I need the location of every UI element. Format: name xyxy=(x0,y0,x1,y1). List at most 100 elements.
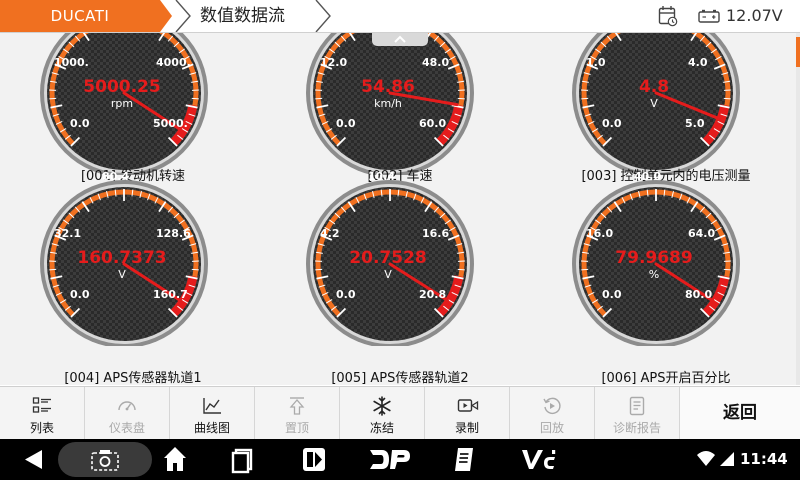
bottom-toolbar: 列表 仪表盘 曲线图 置顶 冻结 录制 回放 诊断报告 返回 xyxy=(0,386,800,439)
brand-tab[interactable]: DUCATI xyxy=(0,0,172,32)
gauge-tick-label: 60.0 xyxy=(419,117,447,130)
vci-icon[interactable] xyxy=(520,439,556,480)
freeze-button-label: 冻结 xyxy=(369,421,394,435)
gauge[interactable]: 0.0 16.0 64.0 80.0 40.0 79.9689% xyxy=(566,170,746,346)
replay-button: 回放 xyxy=(510,387,595,439)
gauge-tick-label: 20.8 xyxy=(419,288,447,301)
back-button[interactable]: 返回 xyxy=(680,387,800,439)
signal-icon xyxy=(720,452,734,466)
record-button-label: 录制 xyxy=(454,421,479,435)
gauge[interactable]: 0.0 4.2 16.6 20.8 10.4 20.7528 V xyxy=(300,170,480,346)
dashboard-icon xyxy=(118,401,136,411)
list-button-label: 列表 xyxy=(29,421,54,435)
gauge-tick-label: 4.0 xyxy=(688,56,708,69)
dashboard-button: 仪表盘 xyxy=(85,387,170,439)
gauge-tick-label: 5.0 xyxy=(685,117,705,130)
pin-top-icon xyxy=(289,397,305,415)
gauge-tick-label: 1000. xyxy=(54,56,89,69)
gauge[interactable]: 0.0 32.1 128.6 160.7 80.4 160.7373 V xyxy=(34,170,214,346)
record-icon xyxy=(457,399,479,412)
gauge-tick-label: 12.0 xyxy=(320,56,348,69)
gauge-unit: V xyxy=(650,97,658,110)
gauge[interactable]: 0.0 12.0 48.0 60.0 54.86 km/h xyxy=(300,33,480,175)
dp-logo-icon[interactable] xyxy=(368,439,412,480)
snowflake-icon xyxy=(373,396,391,416)
gauge-grid[interactable]: 0.01000.4000.5000.2000.5000.25rpm[001] 发… xyxy=(0,33,796,385)
replay-button-label: 回放 xyxy=(539,421,564,435)
gauge-tick-label: 0.0 xyxy=(336,117,356,130)
dashboard-button-label: 仪表盘 xyxy=(108,421,145,435)
report-button-label: 诊断报告 xyxy=(612,421,661,435)
gauge-value: 160.7373 xyxy=(77,248,167,268)
recents-icon[interactable] xyxy=(230,439,256,480)
back-button-label: 返回 xyxy=(723,403,757,423)
system-nav-bar: 11:44 xyxy=(0,439,800,480)
screenshot-button[interactable] xyxy=(58,442,152,477)
scrollbar[interactable] xyxy=(796,33,800,385)
page-title: 数值数据流 xyxy=(200,6,285,26)
gauge-tick-label: 16.6 xyxy=(422,227,450,240)
record-button[interactable]: 录制 xyxy=(425,387,510,439)
gauge-tick-label: 5000. xyxy=(153,117,188,130)
gauge-label: [004] APS传感器轨道1 xyxy=(64,371,202,385)
gauge-tick-label: 0.0 xyxy=(602,288,622,301)
gauge-tick-label: 0.0 xyxy=(70,288,90,301)
gauge-tick-label: 16.0 xyxy=(586,227,614,240)
gauge-tick-label: 48.0 xyxy=(422,56,450,69)
gauge[interactable]: 0.01.04.05.02.04.8V xyxy=(566,33,746,175)
gauge-tick-label: 0.0 xyxy=(70,117,90,130)
chevron-up-icon xyxy=(394,35,406,43)
gauge-unit: % xyxy=(648,268,660,281)
report-button: 诊断报告 xyxy=(595,387,680,439)
battery-icon xyxy=(698,9,720,23)
collapse-handle[interactable] xyxy=(372,33,428,46)
app-icon[interactable] xyxy=(300,439,328,480)
screenshot-icon xyxy=(91,450,119,471)
gauge-unit: V xyxy=(384,268,392,281)
scrollbar-thumb[interactable] xyxy=(796,37,800,67)
calendar-clock-icon[interactable] xyxy=(658,5,678,27)
battery-voltage: 12.07V xyxy=(726,6,783,25)
manual-icon[interactable] xyxy=(452,439,476,480)
gauge-tick-label: 1.0 xyxy=(586,56,606,69)
pin-top-button-label: 置顶 xyxy=(284,421,309,435)
breadcrumb-chevron-icon xyxy=(175,0,191,32)
list-button[interactable]: 列表 xyxy=(0,387,85,439)
gauge-tick-label: 64.0 xyxy=(688,227,716,240)
gauge-value: 54.86 xyxy=(361,77,415,97)
list-icon xyxy=(32,397,51,413)
gauge-value: 79.9689 xyxy=(615,248,693,268)
wifi-icon xyxy=(697,451,715,466)
pin-top-button: 置顶 xyxy=(255,387,340,439)
gauge-value: 20.7528 xyxy=(349,248,427,268)
line-chart-button-label: 曲线图 xyxy=(193,421,230,435)
gauge-tick-label: 0.0 xyxy=(336,288,356,301)
gauge-label: [005] APS传感器轨道2 xyxy=(331,371,469,385)
gauge-value: 4.8 xyxy=(638,77,670,97)
gauge-tick-label: 4.2 xyxy=(320,227,340,240)
top-bar: DUCATI 数值数据流 12.07V xyxy=(0,0,800,33)
gauge-tick-label: 4000. xyxy=(156,56,191,69)
breadcrumb-chevron-icon xyxy=(315,0,331,32)
line-chart-button[interactable]: 曲线图 xyxy=(170,387,255,439)
gauge-tick-label: 80.0 xyxy=(685,288,713,301)
report-icon xyxy=(629,396,645,416)
gauge-tick-label: 40.0 xyxy=(634,170,662,183)
home-icon[interactable] xyxy=(162,439,188,480)
gauge-value: 5000.25 xyxy=(83,77,161,97)
gauge-tick-label: 10.4 xyxy=(368,170,396,183)
gauge-tick-label: 32.1 xyxy=(54,227,82,240)
gauge-unit: km/h xyxy=(374,97,402,110)
gauge-tick-label: 128.6 xyxy=(156,227,191,240)
gauge-label: [006] APS开启百分比 xyxy=(601,371,731,385)
gauge[interactable]: 0.01000.4000.5000.2000.5000.25rpm xyxy=(34,33,214,175)
gauge-tick-label: 160.7 xyxy=(153,288,188,301)
line-chart-icon xyxy=(203,398,221,414)
replay-icon xyxy=(543,397,561,415)
back-icon[interactable] xyxy=(22,439,48,480)
freeze-button[interactable]: 冻结 xyxy=(340,387,425,439)
clock: 11:44 xyxy=(740,450,788,468)
gauge-tick-label: 80.4 xyxy=(102,170,130,183)
gauge-tick-label: 0.0 xyxy=(602,117,622,130)
gauge-unit: V xyxy=(118,268,126,281)
